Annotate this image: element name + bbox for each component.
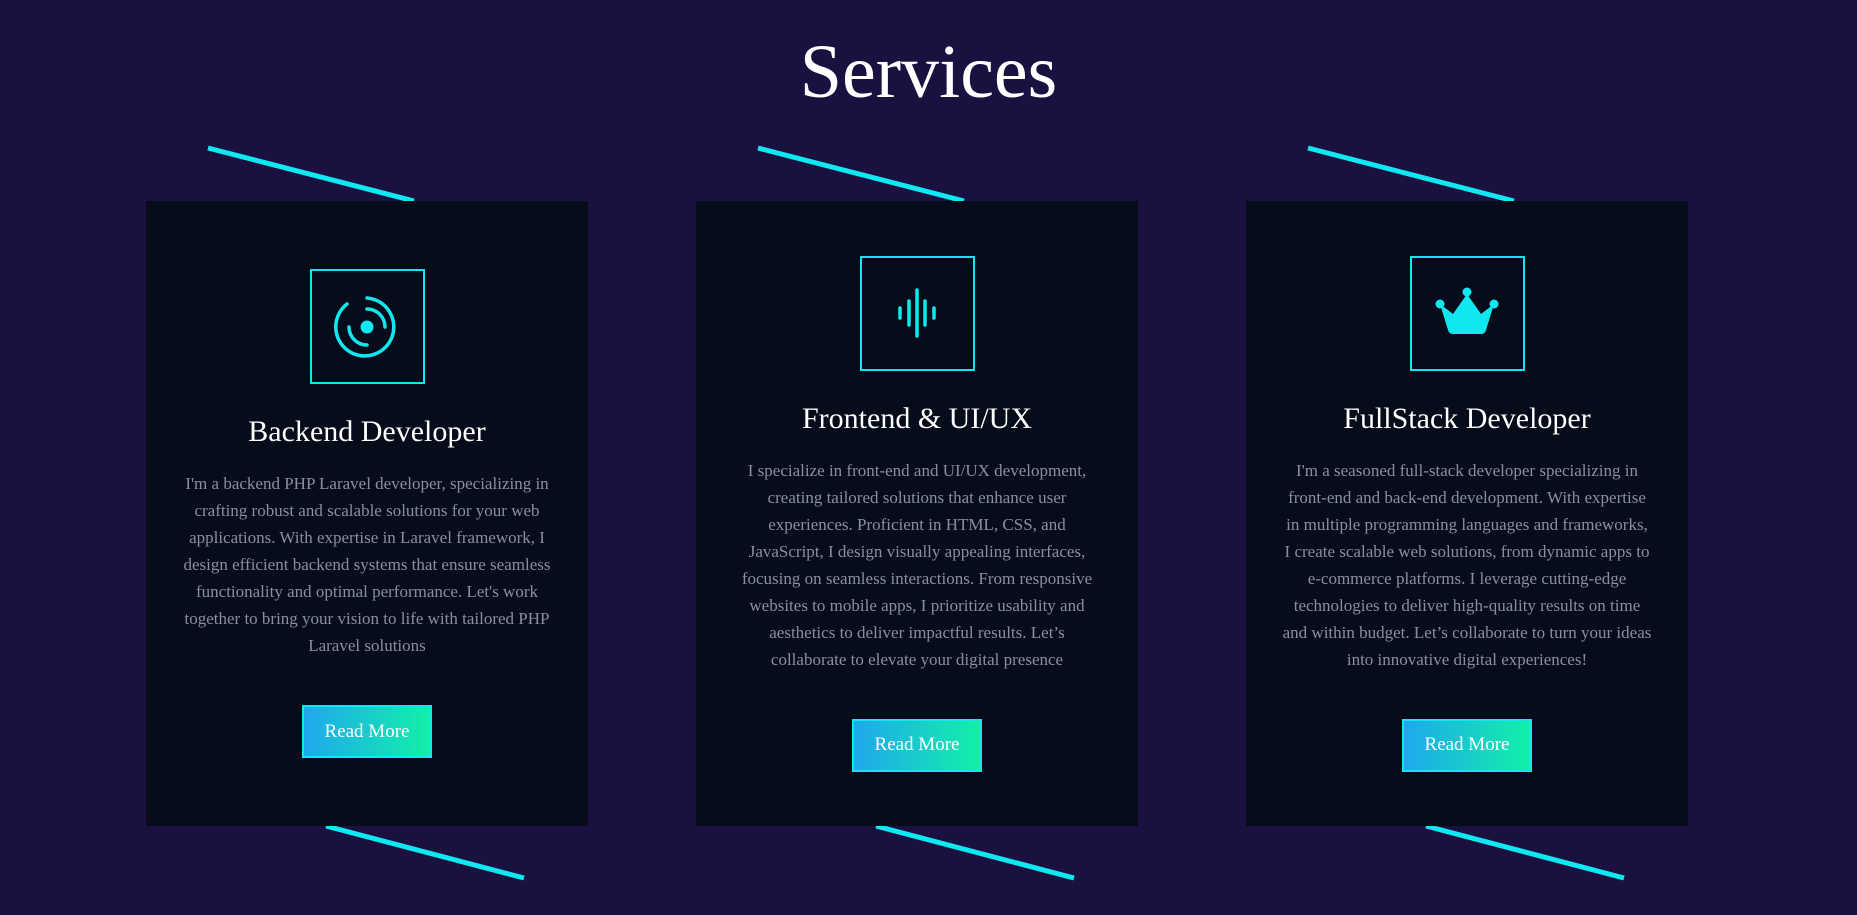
service-description: I'm a backend PHP Laravel developer, spe…	[183, 474, 551, 655]
crown-icon	[1435, 287, 1499, 334]
service-title: FullStack Developer	[1343, 401, 1591, 435]
service-icon-box	[859, 255, 975, 371]
service-title: Backend Developer	[248, 415, 486, 448]
service-description: I specialize in front-end and UI/UX deve…	[741, 460, 1093, 669]
service-card-fullstack: FullStack Developer I'm a seasoned full-…	[1246, 145, 1688, 890]
target-icon	[334, 295, 396, 358]
read-more-button[interactable]: Read More	[852, 718, 982, 772]
service-card: Backend Developer I'm a backend PHP Lara…	[146, 201, 588, 826]
service-title: Frontend & UI/UX	[802, 401, 1032, 435]
read-more-button[interactable]: Read More	[302, 705, 432, 758]
service-description: I'm a seasoned full-stack developer spec…	[1282, 460, 1652, 669]
sound-wave-icon	[898, 288, 936, 338]
page-title: Services	[799, 30, 1058, 114]
service-card: Frontend & UI/UX I specialize in front-e…	[696, 201, 1138, 826]
read-more-button[interactable]: Read More	[1402, 718, 1532, 772]
service-card-backend: Backend Developer I'm a backend PHP Lara…	[146, 145, 588, 890]
service-card: FullStack Developer I'm a seasoned full-…	[1246, 201, 1688, 826]
service-card-frontend: Frontend & UI/UX I specialize in front-e…	[696, 145, 1138, 890]
service-icon-box	[309, 269, 425, 384]
service-icon-box	[1409, 255, 1525, 371]
